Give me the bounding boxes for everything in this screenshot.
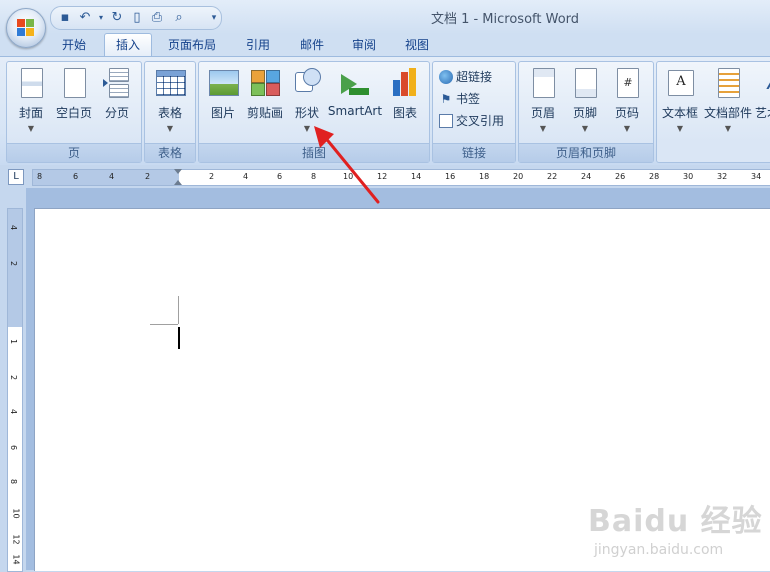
horizontal-ruler[interactable]: 8 6 4 2 2 4 6 8 10 12 14 16 18 20 22 24 … xyxy=(32,169,770,186)
clip-art-button[interactable]: 剪贴画 xyxy=(243,66,287,126)
picture-button[interactable]: 图片 xyxy=(203,66,243,126)
header-icon xyxy=(529,68,557,98)
office-logo-icon xyxy=(17,19,35,37)
chart-icon xyxy=(391,68,419,98)
group-links-title: 链接 xyxy=(433,143,515,162)
hanging-indent-marker-icon[interactable] xyxy=(174,180,182,185)
bookmark-icon: ⚑ xyxy=(440,91,452,106)
dropdown-arrow-icon: ▼ xyxy=(539,124,547,133)
cover-page-icon xyxy=(17,68,45,98)
tab-mailings[interactable]: 邮件 xyxy=(290,34,334,56)
watermark: Baidu 经验 jingyan.baidu.com xyxy=(588,490,768,566)
annotation-arrow-icon xyxy=(314,126,380,204)
tab-references[interactable]: 引用 xyxy=(236,34,280,56)
blank-page-button[interactable]: 空白页 xyxy=(53,66,95,126)
cross-reference-icon xyxy=(439,113,453,128)
shapes-button[interactable]: 形状 ▼ xyxy=(287,66,327,133)
smartart-button[interactable]: SmartArt xyxy=(327,66,383,126)
table-icon xyxy=(156,68,186,98)
dropdown-arrow-icon: ▼ xyxy=(724,124,732,133)
bookmark-button[interactable]: ⚑ 书签 xyxy=(439,90,480,108)
dropdown-arrow-icon: ▼ xyxy=(166,124,174,133)
hyperlink-button[interactable]: 超链接 xyxy=(439,68,492,86)
text-box-button[interactable]: A 文本框 ▼ xyxy=(659,66,701,133)
indent-marker-icon[interactable] xyxy=(174,169,182,174)
watermark-logo: Baidu 经验 xyxy=(588,504,763,539)
tab-insert[interactable]: 插入 xyxy=(104,33,152,57)
margin-guide-vertical xyxy=(178,296,179,324)
quick-parts-button[interactable]: 文档部件 ▼ xyxy=(703,66,753,133)
page-number-button[interactable]: # 页码 ▼ xyxy=(607,66,647,133)
cover-page-button[interactable]: 封面 ▼ xyxy=(11,66,51,133)
window-title: 文档 1 - Microsoft Word xyxy=(430,12,580,27)
cross-reference-button[interactable]: 交叉引用 xyxy=(439,112,504,130)
wordart-button[interactable]: A 艺术 xyxy=(755,66,770,126)
tab-view[interactable]: 视图 xyxy=(395,34,439,56)
tab-page-layout[interactable]: 页面布局 xyxy=(160,34,224,56)
dropdown-arrow-icon: ▼ xyxy=(27,124,35,133)
group-tables-title: 表格 xyxy=(145,143,195,162)
page-number-icon: # xyxy=(613,68,641,98)
group-text: A 文本框 ▼ 文档部件 ▼ A 艺术 xyxy=(656,61,770,163)
group-header-footer-title: 页眉和页脚 xyxy=(519,143,653,162)
ribbon-tab-row: 开始 插入 页面布局 引用 邮件 审阅 视图 xyxy=(0,33,770,57)
footer-icon xyxy=(571,68,599,98)
dropdown-arrow-icon: ▼ xyxy=(676,124,684,133)
group-pages-title: 页 xyxy=(7,143,141,162)
margin-guide-horizontal xyxy=(150,324,178,325)
quick-parts-icon xyxy=(714,68,742,98)
tab-review[interactable]: 审阅 xyxy=(342,34,386,56)
hyperlink-icon xyxy=(439,69,453,84)
chart-button[interactable]: 图表 xyxy=(385,66,425,126)
page-break-icon xyxy=(103,68,131,98)
header-button[interactable]: 页眉 ▼ xyxy=(523,66,563,133)
group-tables: 表格 ▼ 表格 xyxy=(144,61,196,163)
tab-selector[interactable]: L xyxy=(8,169,24,185)
dropdown-arrow-icon: ▼ xyxy=(623,124,631,133)
page-break-button[interactable]: 分页 xyxy=(97,66,137,126)
shapes-icon xyxy=(293,68,321,98)
tab-home[interactable]: 开始 xyxy=(52,34,96,56)
wordart-icon: A xyxy=(761,68,770,98)
watermark-url: jingyan.baidu.com xyxy=(594,542,724,558)
vertical-ruler[interactable]: 4 2 1 2 4 6 8 10 12 14 xyxy=(7,208,23,572)
office-button[interactable] xyxy=(6,8,46,48)
text-box-icon: A xyxy=(666,68,694,98)
title-bar: ▪ ↶ ▾ ↻ ▯ ⎙ ⌕ ▾ 文档 1 - Microsoft Word xyxy=(0,0,770,34)
group-header-footer: 页眉 ▼ 页脚 ▼ # 页码 ▼ 页眉和页脚 xyxy=(518,61,654,163)
blank-page-icon xyxy=(60,68,88,98)
text-cursor xyxy=(178,327,180,349)
table-button[interactable]: 表格 ▼ xyxy=(149,66,191,133)
group-links: 超链接 ⚑ 书签 交叉引用 链接 xyxy=(432,61,516,163)
clip-art-icon xyxy=(251,68,280,98)
footer-button[interactable]: 页脚 ▼ xyxy=(565,66,605,133)
smartart-icon xyxy=(341,68,369,98)
group-pages: 封面 ▼ 空白页 分页 页 xyxy=(6,61,142,163)
picture-icon xyxy=(209,68,239,98)
dropdown-arrow-icon: ▼ xyxy=(581,124,589,133)
